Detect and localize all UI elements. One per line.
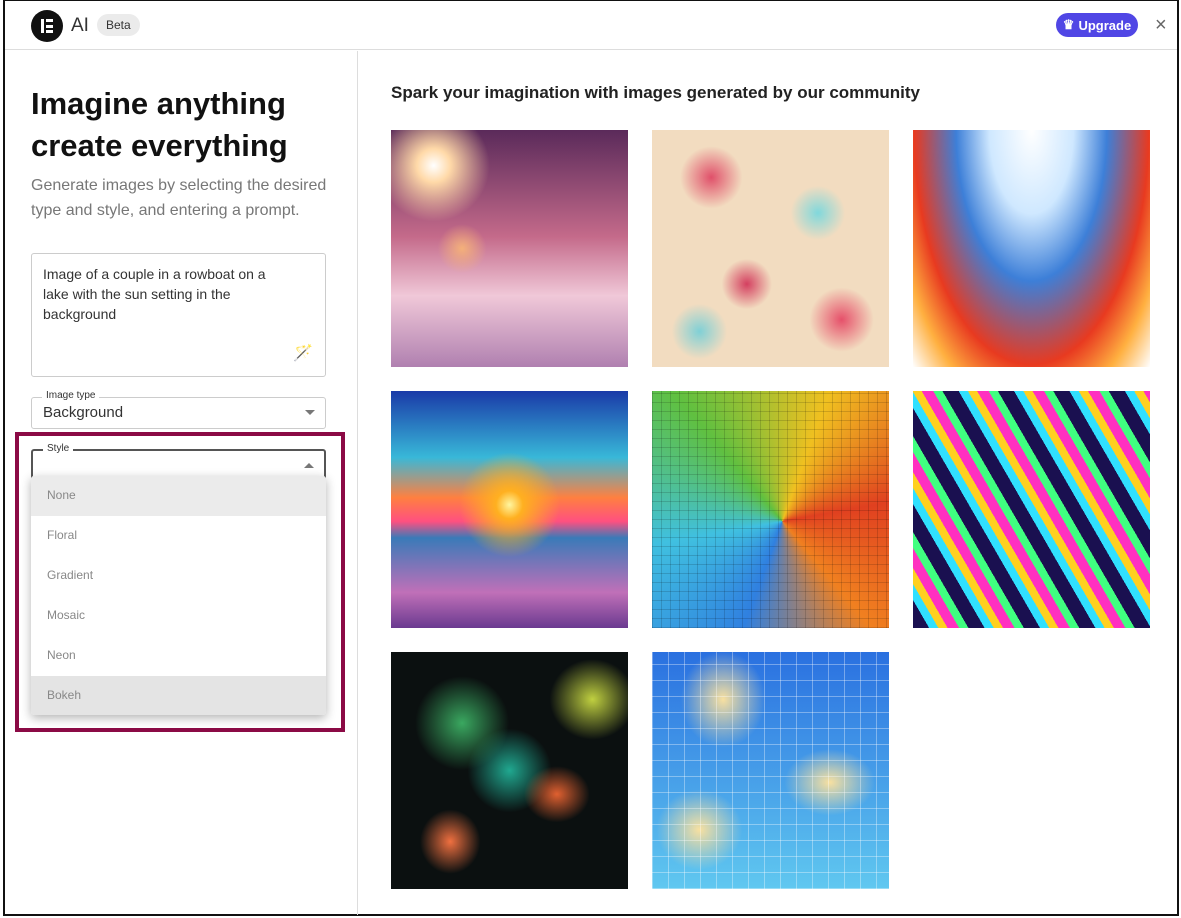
gallery-image-tropical[interactable]	[391, 652, 628, 889]
app-title: AI	[71, 15, 89, 36]
gallery-image-gradient[interactable]	[913, 130, 1150, 367]
gallery-image-bokeh[interactable]	[391, 130, 628, 367]
upgrade-button[interactable]: ♛ Upgrade	[1056, 13, 1138, 37]
close-icon[interactable]: ×	[1155, 14, 1167, 37]
chevron-down-icon	[305, 410, 315, 415]
style-dropdown-menu: None Floral Gradient Mosaic Neon Bokeh	[31, 476, 326, 715]
style-option-floral[interactable]: Floral	[31, 516, 326, 556]
gallery-image-floral[interactable]	[652, 130, 889, 367]
crown-icon: ♛	[1062, 17, 1075, 32]
magic-wand-icon[interactable]: 🪄	[293, 344, 313, 364]
gallery-title: Spark your imagination with images gener…	[391, 83, 920, 102]
style-option-gradient[interactable]: Gradient	[31, 556, 326, 596]
subtitle: Generate images by selecting the desired…	[31, 177, 327, 219]
beta-badge: Beta	[97, 14, 140, 36]
page-title: Imagine anything create everything	[31, 86, 288, 163]
gallery-image-mosaic[interactable]	[652, 391, 889, 628]
image-type-select[interactable]: Image type Background	[31, 390, 326, 429]
style-option-mosaic[interactable]: Mosaic	[31, 596, 326, 636]
style-option-neon[interactable]: Neon	[31, 636, 326, 676]
style-option-none[interactable]: None	[31, 476, 326, 516]
style-option-bokeh[interactable]: Bokeh	[31, 676, 326, 715]
header: AI Beta ♛ Upgrade ×	[5, 1, 1177, 50]
prompt-input[interactable]: Image of a couple in a rowboat on a lake…	[31, 253, 326, 377]
gallery-image-neon[interactable]	[913, 391, 1150, 628]
gallery-image-clouds[interactable]	[652, 652, 889, 889]
gallery-image-sunset[interactable]	[391, 391, 628, 628]
elementor-logo-icon	[31, 10, 63, 42]
